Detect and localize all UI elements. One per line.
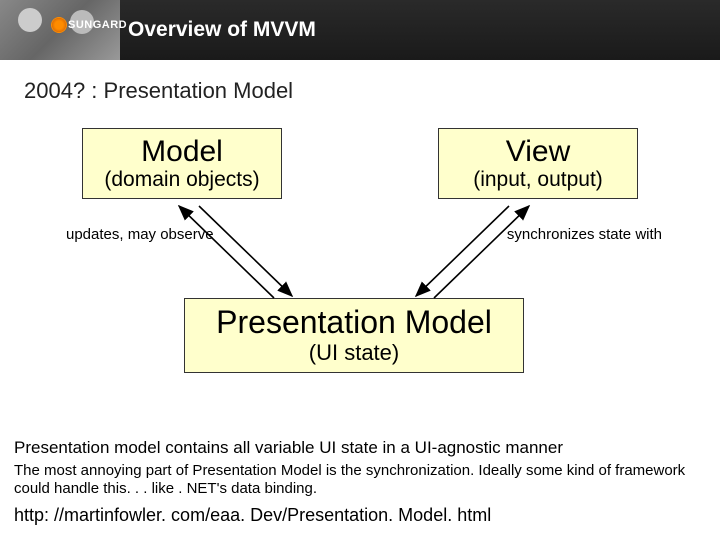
box-view-title: View [449, 135, 627, 168]
footer-line-1: Presentation model contains all variable… [14, 438, 706, 458]
brand-text: SUNGARD [68, 19, 127, 31]
subtitle: 2004? : Presentation Model [24, 78, 696, 104]
label-updates: updates, may observe [66, 226, 214, 243]
slide-header: SUNGARD Overview of MVVM [0, 0, 720, 60]
box-pm-title: Presentation Model [195, 305, 513, 340]
slide-title: Overview of MVVM [128, 18, 316, 42]
label-sync: synchronizes state with [507, 226, 662, 243]
footer-line-2: The most annoying part of Presentation M… [14, 462, 706, 500]
box-view-sub: (input, output) [449, 168, 627, 192]
box-model-sub: (domain objects) [93, 168, 271, 192]
box-model-title: Model [93, 135, 271, 168]
slide-footer: Presentation model contains all variable… [14, 438, 706, 527]
brand-logo: SUNGARD [52, 18, 127, 32]
footer-url: http: //martinfowler. com/eaa. Dev/Prese… [14, 505, 706, 526]
box-presentation-model: Presentation Model (UI state) [184, 298, 524, 373]
sun-icon [52, 18, 66, 32]
box-model: Model (domain objects) [82, 128, 282, 199]
diagram: Model (domain objects) View (input, outp… [24, 128, 696, 378]
slide-content: 2004? : Presentation Model Model (domain… [0, 60, 720, 540]
box-view: View (input, output) [438, 128, 638, 199]
box-pm-sub: (UI state) [195, 340, 513, 366]
